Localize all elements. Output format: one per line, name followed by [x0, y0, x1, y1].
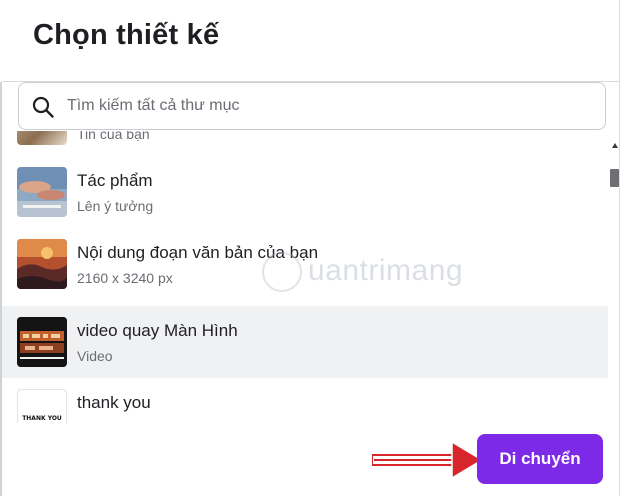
item-thumbnail: THANK YOU	[17, 389, 67, 423]
scrollbar-thumb[interactable]	[610, 169, 619, 187]
item-subtitle: Tin của bạn	[77, 131, 150, 142]
move-button[interactable]: Di chuyển	[477, 434, 603, 484]
list-item[interactable]: Tin của bạn	[2, 131, 608, 156]
sunset-painting-image	[17, 239, 67, 289]
item-subtitle: Video	[77, 348, 113, 364]
search-icon	[32, 96, 54, 118]
scroll-up-icon[interactable]	[612, 143, 618, 148]
list-item[interactable]: Nội dung đoạn văn bản của bạn 2160 x 324…	[2, 228, 608, 300]
list-item[interactable]: Tác phẩm Lên ý tưởng	[2, 156, 608, 228]
item-thumbnail	[17, 167, 67, 217]
item-thumbnail	[17, 239, 67, 289]
pointing-arrow-icon	[372, 440, 484, 480]
choose-design-dialog: Chọn thiết kế Tin của bạn	[0, 0, 620, 496]
item-thumbnail	[17, 131, 67, 145]
search-input[interactable]	[67, 94, 587, 118]
design-list: Tin của bạn Tác phẩm Lên ý tưởng Nội dun…	[2, 131, 608, 423]
item-subtitle: 2160 x 3240 px	[77, 270, 173, 286]
dialog-title: Chọn thiết kế	[33, 19, 220, 51]
search-box[interactable]	[18, 82, 606, 130]
thumbnail-text: THANK YOU	[22, 415, 62, 422]
item-name: thank you	[77, 393, 151, 412]
item-name: video quay Màn Hình	[77, 321, 238, 340]
item-thumbnail	[17, 317, 67, 367]
list-item-selected[interactable]: video quay Màn Hình Video	[2, 306, 608, 378]
sky-artwork-image	[17, 167, 67, 217]
item-name: Tác phẩm	[77, 171, 153, 190]
list-scrollbar[interactable]	[609, 131, 620, 423]
item-name: Nội dung đoạn văn bản của bạn	[77, 243, 319, 262]
list-item[interactable]: THANK YOU thank you	[2, 378, 608, 423]
item-subtitle: Lên ý tưởng	[77, 198, 154, 214]
video-frame-image	[17, 317, 67, 367]
